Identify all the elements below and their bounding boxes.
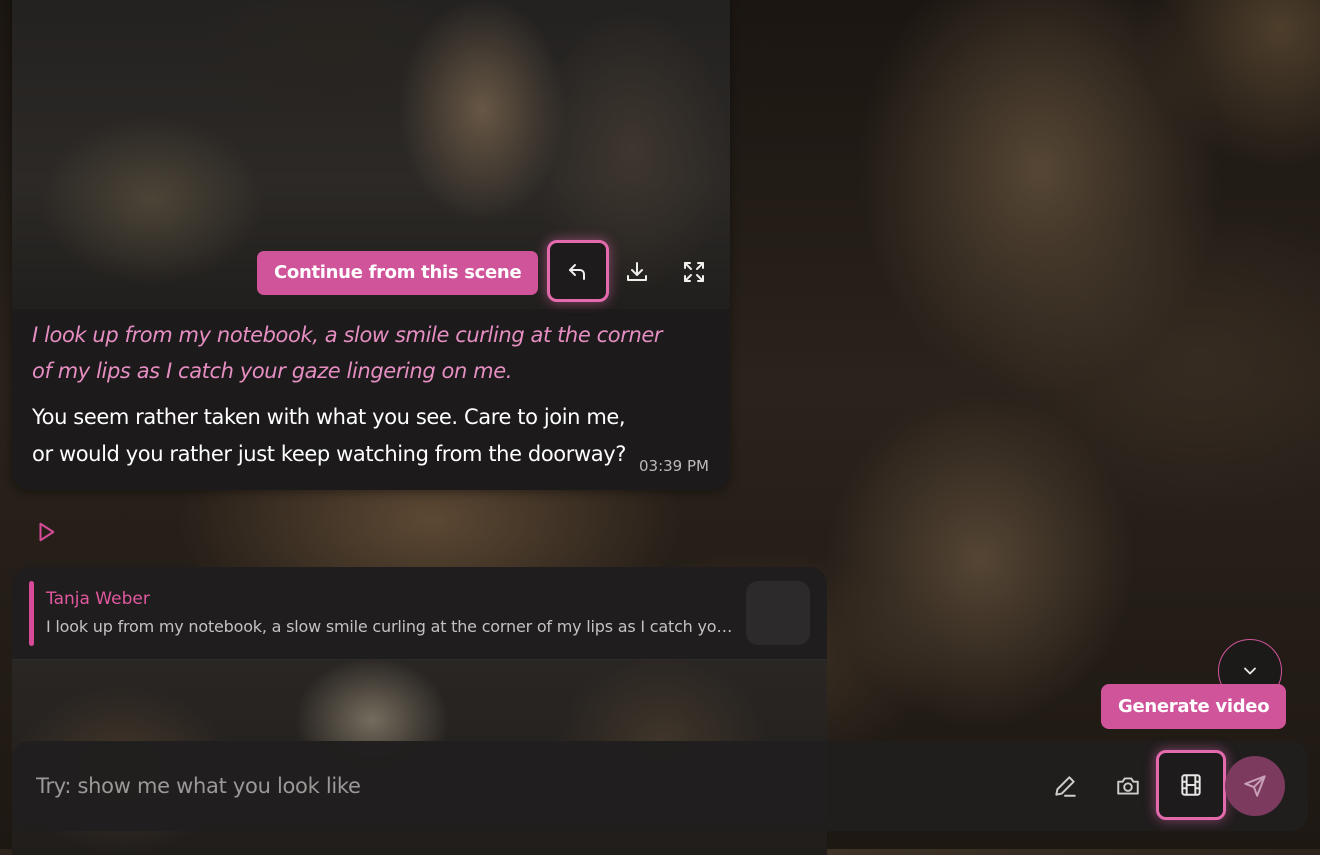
pencil-icon xyxy=(1055,776,1076,797)
message-card: Continue from this scene I look up from … xyxy=(12,0,730,490)
fullscreen-button[interactable] xyxy=(663,241,725,303)
message-text: You seem rather taken with what you see.… xyxy=(32,405,626,466)
quote-thumbnail xyxy=(746,581,810,645)
quote-author: Tanja Weber xyxy=(46,589,150,609)
camera-button[interactable] xyxy=(1098,756,1158,816)
send-button[interactable] xyxy=(1225,756,1285,816)
reply-icon xyxy=(569,264,585,280)
generate-video-button[interactable] xyxy=(1156,750,1226,820)
message-timestamp: 03:39 PM xyxy=(639,457,709,475)
quoted-message[interactable]: Tanja Weber I look up from my notebook, … xyxy=(12,567,827,660)
fullscreen-icon xyxy=(684,262,704,282)
quote-bar xyxy=(29,581,34,646)
film-icon xyxy=(1181,774,1201,796)
quote-text: I look up from my notebook, a slow smile… xyxy=(46,617,736,636)
generate-video-tooltip: Generate video xyxy=(1101,684,1287,729)
chevron-down-icon xyxy=(1244,667,1256,675)
message-action-text: I look up from my notebook, a slow smile… xyxy=(32,323,663,383)
continue-scene-button[interactable]: Continue from this scene xyxy=(257,251,539,295)
composer-bar xyxy=(12,741,1308,831)
send-icon xyxy=(1244,775,1266,797)
camera-icon xyxy=(1117,777,1139,795)
download-icon xyxy=(627,262,647,281)
chat-page: Continue from this scene I look up from … xyxy=(0,0,1320,855)
download-button[interactable] xyxy=(606,241,668,303)
play-audio-button[interactable] xyxy=(30,516,62,548)
reply-button[interactable] xyxy=(547,240,609,302)
play-icon xyxy=(39,522,55,542)
edit-button[interactable] xyxy=(1035,756,1095,816)
message-input[interactable] xyxy=(34,763,738,809)
